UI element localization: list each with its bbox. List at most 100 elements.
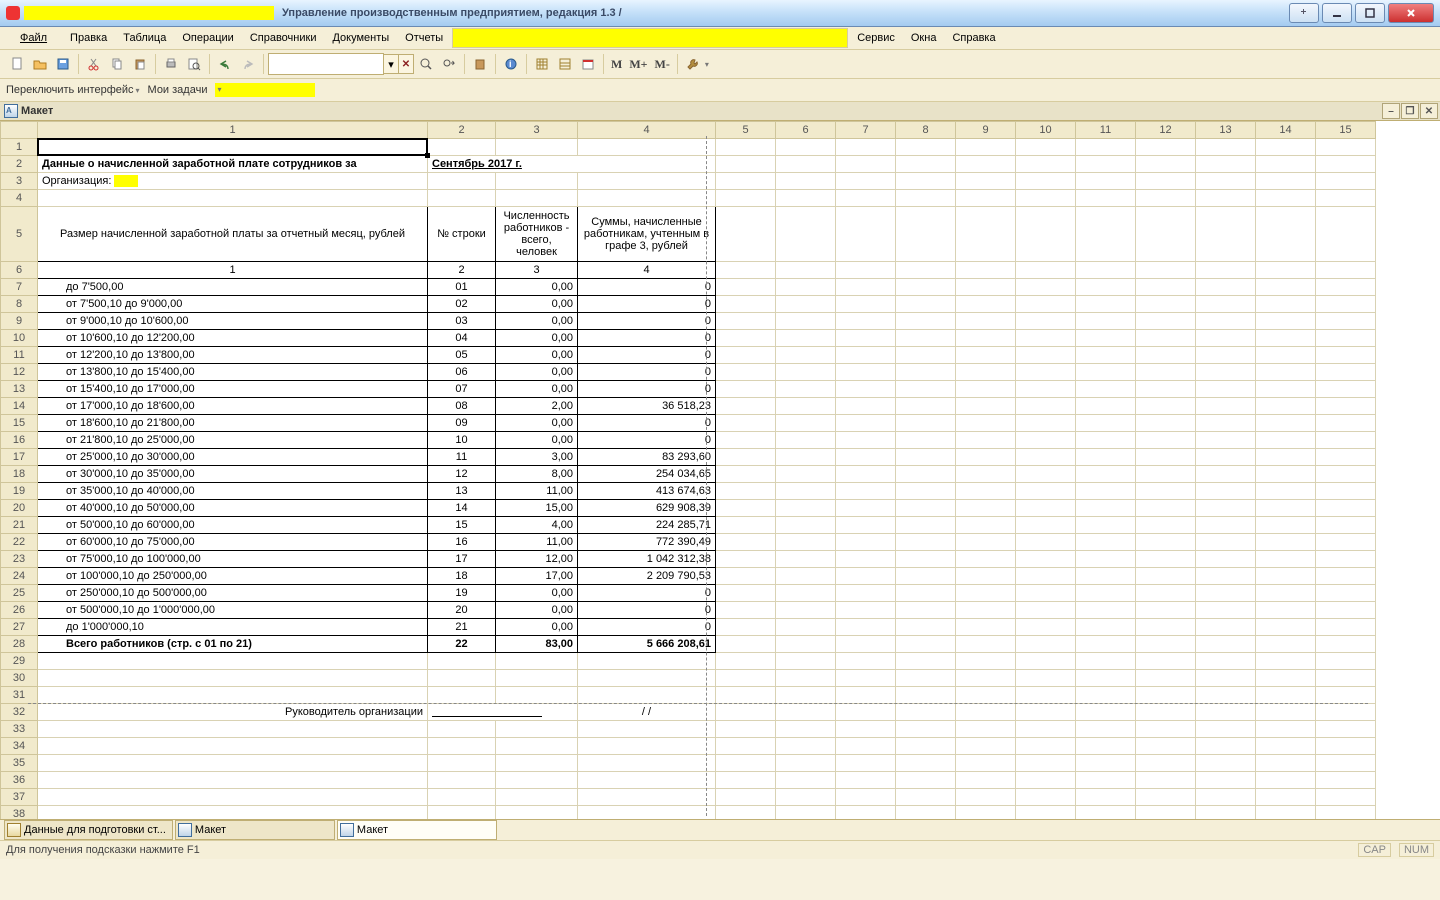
cell[interactable] [956,653,1016,670]
cell[interactable] [716,653,776,670]
cell[interactable]: 2 209 790,53 [578,568,716,585]
cell[interactable] [1196,381,1256,398]
cell[interactable] [896,738,956,755]
cell[interactable] [716,568,776,585]
row-header[interactable]: 14 [1,398,38,415]
cell[interactable] [836,619,896,636]
cell[interactable] [1316,653,1376,670]
cell[interactable] [578,806,716,820]
cell[interactable] [716,330,776,347]
cell[interactable] [1016,585,1076,602]
cell[interactable]: 3 [496,262,578,279]
cell[interactable] [836,449,896,466]
cell[interactable] [1076,313,1136,330]
cell[interactable] [716,772,776,789]
cell[interactable] [1256,517,1316,534]
cell[interactable] [776,279,836,296]
cell[interactable] [1316,500,1376,517]
cell[interactable] [896,415,956,432]
spreadsheet-area[interactable]: 12345678910111213141512Данные о начислен… [0,121,1440,819]
cell[interactable] [1316,534,1376,551]
cell[interactable] [716,483,776,500]
cell[interactable] [836,551,896,568]
cell[interactable] [776,636,836,653]
cell[interactable] [1016,296,1076,313]
cell[interactable] [776,415,836,432]
cell[interactable] [1076,687,1136,704]
cell[interactable] [776,721,836,738]
help-button[interactable] [1289,3,1319,23]
cell[interactable]: 1 [38,262,428,279]
cell[interactable] [1256,585,1316,602]
cell[interactable] [1076,517,1136,534]
cell[interactable]: 11,00 [496,483,578,500]
cell[interactable] [1016,415,1076,432]
cell[interactable] [776,466,836,483]
cell[interactable] [1076,670,1136,687]
cell[interactable]: 3,00 [496,449,578,466]
info-icon[interactable]: i [500,53,522,75]
cell[interactable] [716,381,776,398]
col-header[interactable]: 8 [896,122,956,139]
window-tab[interactable]: Макет [337,820,497,840]
row-header[interactable]: 3 [1,173,38,190]
calendar-icon[interactable] [577,53,599,75]
maximize-button[interactable] [1355,3,1385,23]
cell[interactable] [836,636,896,653]
cell[interactable]: от 12'200,10 до 13'800,00 [38,347,428,364]
cell[interactable] [428,687,496,704]
cell[interactable] [956,806,1016,820]
cell[interactable] [896,568,956,585]
cell[interactable] [1256,636,1316,653]
cell[interactable] [896,296,956,313]
cell[interactable] [496,806,578,820]
menu-reports[interactable]: Отчеты [398,30,450,46]
cell[interactable] [1256,568,1316,585]
cell[interactable] [1076,534,1136,551]
cell[interactable]: 0 [578,415,716,432]
cell[interactable] [1076,156,1136,173]
cell[interactable] [1196,330,1256,347]
cell[interactable] [836,364,896,381]
cell[interactable] [1256,364,1316,381]
cell[interactable]: Сентябрь 2017 г. [428,156,716,173]
cell[interactable] [1076,568,1136,585]
cell[interactable] [1136,466,1196,483]
cell[interactable] [836,738,896,755]
cell[interactable] [776,364,836,381]
cell[interactable]: Руководитель организации [38,704,428,721]
cell[interactable] [956,139,1016,156]
search-dropdown-icon[interactable]: ▾ [384,54,399,74]
col-header[interactable]: 13 [1196,122,1256,139]
cell[interactable] [1196,636,1256,653]
cell[interactable] [956,704,1016,721]
cell[interactable] [1256,534,1316,551]
cell[interactable] [1076,551,1136,568]
cell[interactable] [956,262,1016,279]
cell[interactable] [836,279,896,296]
paste-icon[interactable] [129,53,151,75]
cell[interactable] [1076,636,1136,653]
cell[interactable] [1196,173,1256,190]
cell[interactable] [1076,279,1136,296]
cell[interactable]: 0 [578,279,716,296]
cell[interactable] [1316,296,1376,313]
cell[interactable] [1256,738,1316,755]
cell[interactable] [38,721,428,738]
cell[interactable] [38,772,428,789]
cell[interactable] [1016,156,1076,173]
cell[interactable] [776,704,836,721]
cell[interactable]: 8,00 [496,466,578,483]
cell[interactable] [1136,670,1196,687]
cell[interactable] [1136,687,1196,704]
cell[interactable] [836,347,896,364]
cell[interactable]: от 13'800,10 до 15'400,00 [38,364,428,381]
cell[interactable] [1196,207,1256,262]
cell[interactable]: 0,00 [496,432,578,449]
cell[interactable] [836,262,896,279]
row-header[interactable]: 30 [1,670,38,687]
cell[interactable] [1136,534,1196,551]
cell[interactable] [1016,173,1076,190]
cell[interactable] [896,449,956,466]
cell[interactable] [716,704,776,721]
